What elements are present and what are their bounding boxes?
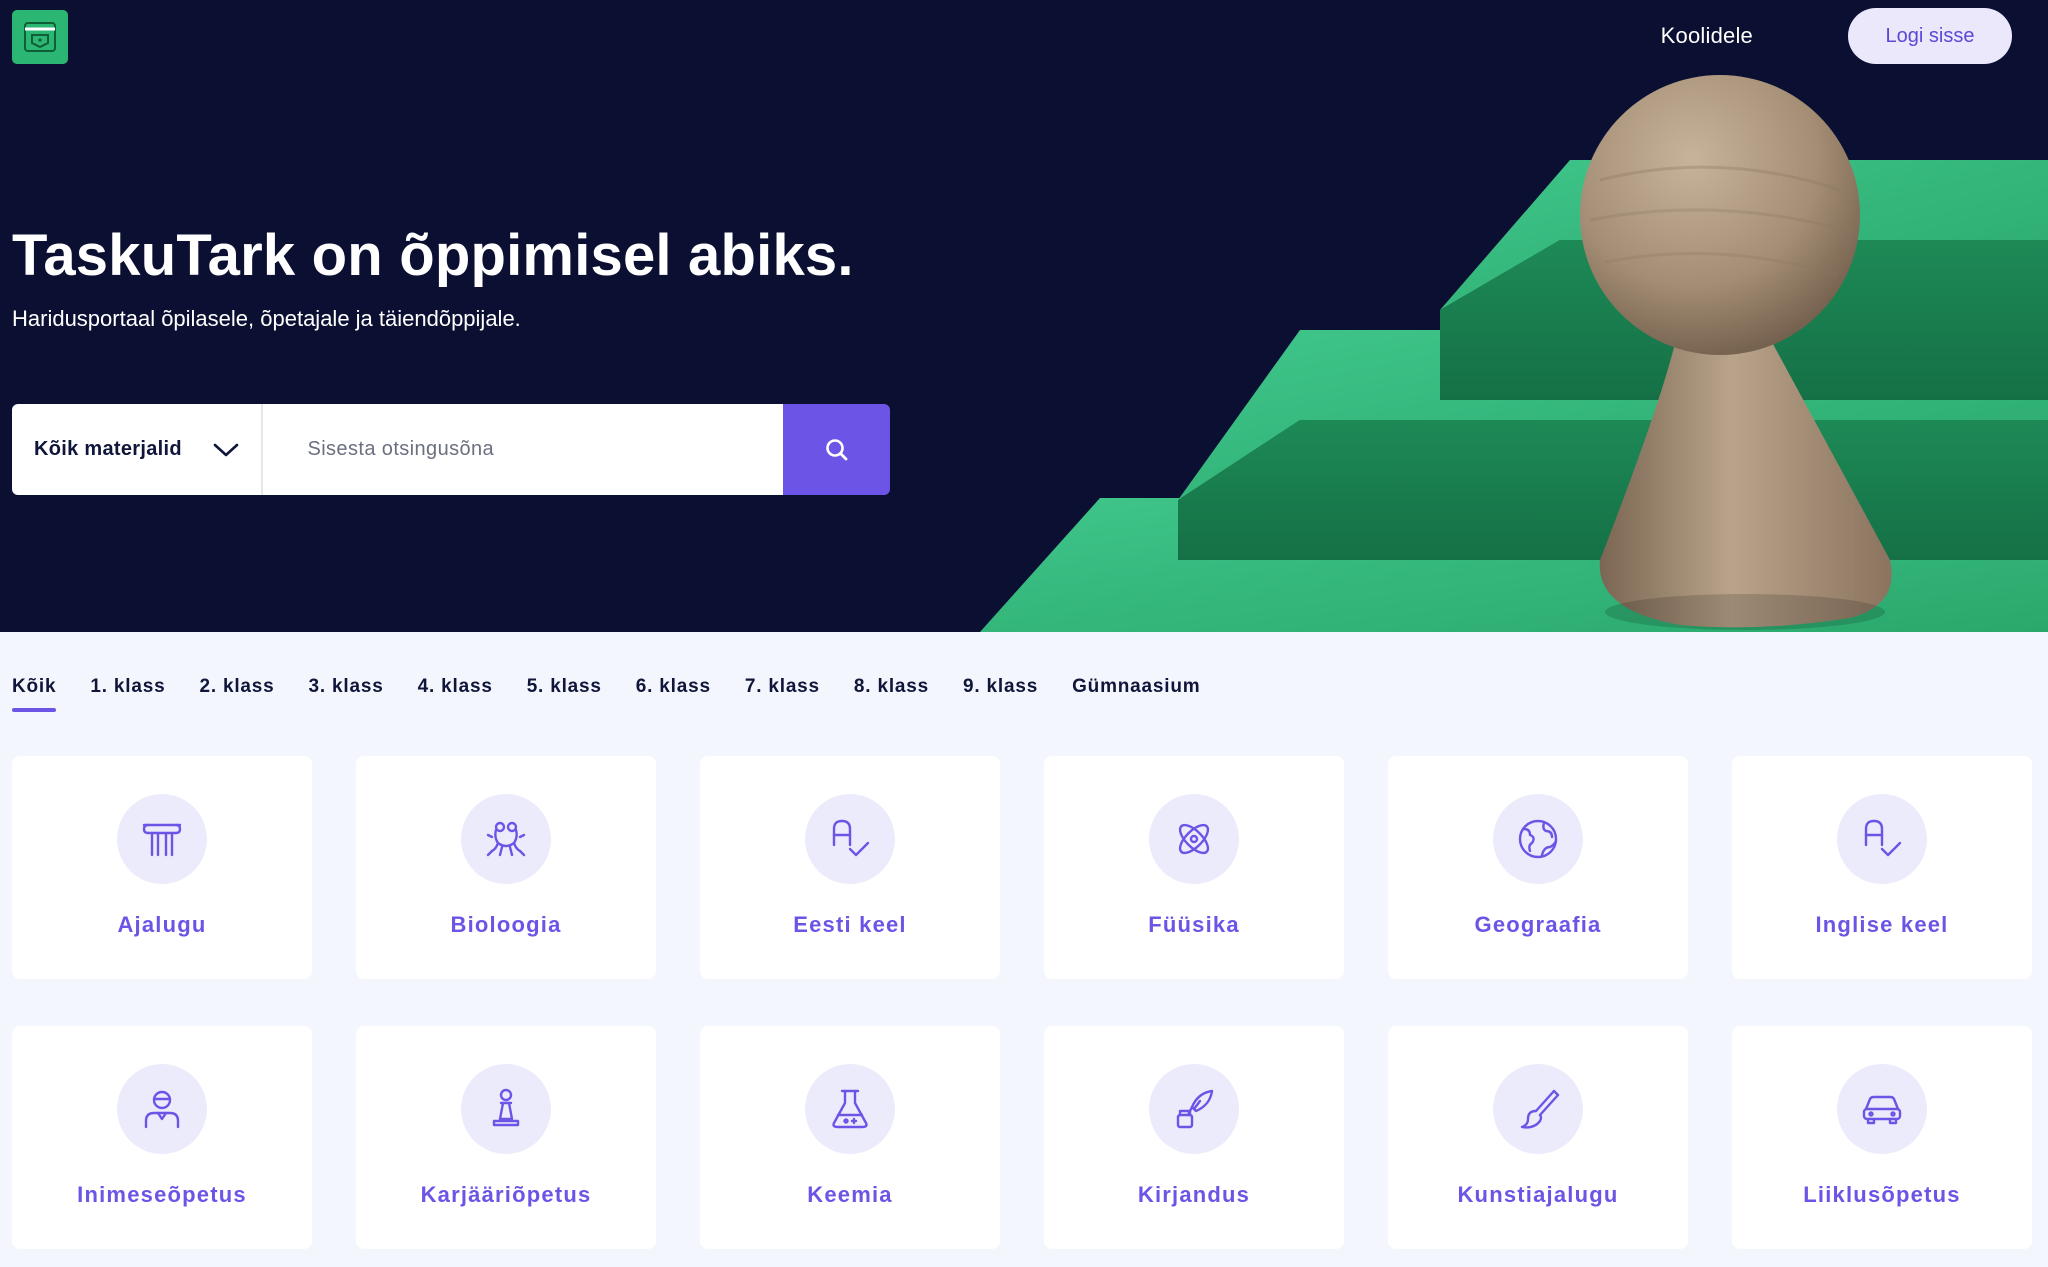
subject-label: Bioloogia	[450, 912, 562, 937]
tab-koik[interactable]: Kõik	[12, 672, 57, 712]
spellcheck-icon	[832, 819, 870, 857]
quill-ink-icon	[1176, 1089, 1214, 1129]
subject-label: Geograafia	[1474, 912, 1602, 937]
subject-icon-circle	[1837, 794, 1927, 884]
search-button[interactable]	[783, 404, 890, 495]
car-icon	[1862, 1095, 1902, 1125]
subject-icon-circle	[1149, 794, 1239, 884]
subject-card-geograafia[interactable]: Geograafia	[1388, 756, 1688, 979]
column-icon	[142, 823, 182, 857]
material-type-value: Kõik materjalid	[34, 438, 182, 460]
subject-label: Karjääriõpetus	[420, 1182, 592, 1207]
subject-icon-circle	[461, 794, 551, 884]
grade-tabs: Kõik 1. klass 2. klass 3. klass 4. klass…	[12, 672, 1234, 712]
subject-icon-circle	[117, 794, 207, 884]
subject-label: Inimeseõpetus	[77, 1182, 247, 1207]
tab-8-klass[interactable]: 8. klass	[854, 672, 929, 712]
tab-5-klass[interactable]: 5. klass	[527, 672, 602, 712]
spellcheck-icon	[1864, 819, 1902, 857]
globe-icon	[1518, 819, 1558, 859]
subject-card-bioloogia[interactable]: Bioloogia	[356, 756, 656, 979]
tab-2-klass[interactable]: 2. klass	[199, 672, 274, 712]
subject-card-karjaariopetus[interactable]: Karjääriõpetus	[356, 1026, 656, 1249]
subject-card-kunstiajalugu[interactable]: Kunstiajalugu	[1388, 1026, 1688, 1249]
tab-7-klass[interactable]: 7. klass	[745, 672, 820, 712]
subject-label: Liiklusõpetus	[1803, 1182, 1961, 1207]
material-type-select[interactable]: Kõik materjalid	[12, 404, 264, 495]
subject-card-eesti-keel[interactable]: Eesti keel	[700, 756, 1000, 979]
paintbrush-icon	[1520, 1089, 1560, 1129]
hero-subtitle: Haridusportaal õpilasele, õpetajale ja t…	[12, 306, 521, 331]
search-icon	[825, 438, 848, 460]
tab-3-klass[interactable]: 3. klass	[309, 672, 384, 712]
tab-gumnaasium[interactable]: Gümnaasium	[1072, 672, 1200, 712]
chevron-down-icon	[214, 443, 239, 456]
pocket-logo-icon	[24, 22, 56, 52]
tab-4-klass[interactable]: 4. klass	[418, 672, 493, 712]
taskutark-logo[interactable]	[12, 10, 68, 64]
hero-illustration	[980, 75, 2048, 632]
hero-section: Koolidele Logi sisse TaskuTark on õppimi…	[0, 0, 2048, 632]
subject-label: Kirjandus	[1137, 1182, 1251, 1207]
frog-icon	[486, 821, 526, 857]
subject-label: Eesti keel	[793, 912, 907, 937]
atom-icon	[1178, 823, 1210, 855]
flask-icon	[832, 1089, 868, 1129]
subject-card-inglise-keel[interactable]: Inglise keel	[1732, 756, 2032, 979]
person-icon	[144, 1090, 180, 1129]
tab-9-klass[interactable]: 9. klass	[963, 672, 1038, 712]
subject-icon-circle	[805, 1064, 895, 1154]
subject-icon-circle	[117, 1064, 207, 1154]
subject-icon-circle	[1493, 1064, 1583, 1154]
subject-card-ajalugu[interactable]: Ajalugu	[12, 756, 312, 979]
chess-pawn-icon	[492, 1088, 520, 1127]
search-bar: Kõik materjalid	[12, 404, 890, 495]
subject-card-keemia[interactable]: Keemia	[700, 1026, 1000, 1249]
subject-icon-circle	[1149, 1064, 1239, 1154]
subject-label: Füüsika	[1148, 912, 1240, 937]
subject-card-inimeseopetus[interactable]: Inimeseõpetus	[12, 1026, 312, 1249]
subject-icon-circle	[461, 1064, 551, 1154]
subject-label: Ajalugu	[117, 912, 207, 937]
tab-1-klass[interactable]: 1. klass	[90, 672, 165, 712]
subject-card-liiklusopetus[interactable]: Liiklusõpetus	[1732, 1026, 2032, 1249]
tab-6-klass[interactable]: 6. klass	[636, 672, 711, 712]
subject-label: Keemia	[807, 1182, 893, 1207]
subject-label: Kunstiajalugu	[1457, 1182, 1619, 1207]
subject-icon-circle	[1837, 1064, 1927, 1154]
subject-icon-circle	[805, 794, 895, 884]
search-input[interactable]	[263, 404, 784, 495]
page-title: TaskuTark on õppimisel abiks.	[12, 223, 854, 288]
subject-label: Inglise keel	[1815, 912, 1949, 937]
subject-card-kirjandus[interactable]: Kirjandus	[1044, 1026, 1344, 1249]
subject-card-fuusika[interactable]: Füüsika	[1044, 756, 1344, 979]
subject-icon-circle	[1493, 794, 1583, 884]
